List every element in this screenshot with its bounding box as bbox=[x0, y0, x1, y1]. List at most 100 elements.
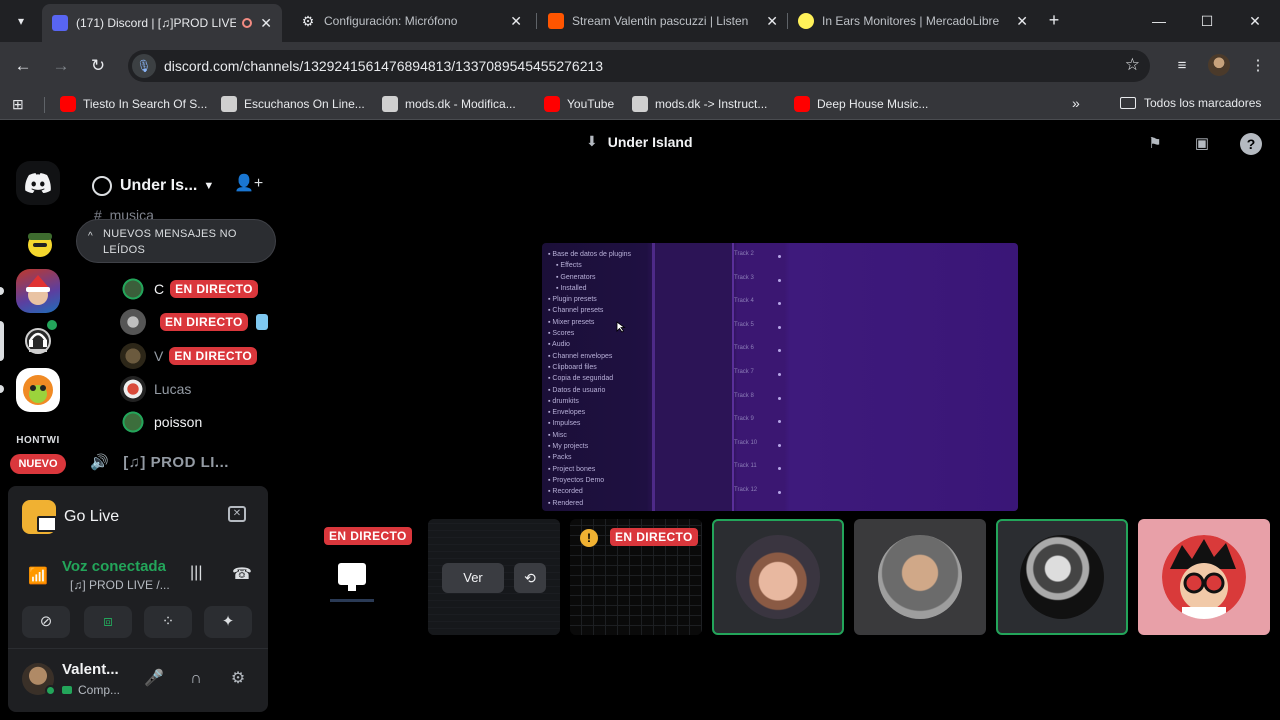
server-icon[interactable] bbox=[16, 317, 60, 361]
new-unread-messages-banner[interactable]: ^ NUEVOS MENSAJES NO LEÍDOS bbox=[76, 219, 276, 263]
tab-search-button[interactable]: ▾ bbox=[8, 8, 34, 34]
close-window-button[interactable]: ✕ bbox=[1242, 8, 1268, 34]
maximize-button[interactable]: ☐ bbox=[1194, 8, 1220, 34]
browser-tab-bar: ▾ (171) Discord | [♫]PROD LIVE ✕ ⚙ Confi… bbox=[0, 0, 1280, 42]
tab-microphone-settings[interactable]: ⚙ Configuración: Micrófono ✕ bbox=[290, 6, 532, 36]
all-bookmarks-folder[interactable]: Todos los marcadores bbox=[1120, 96, 1261, 110]
voice-user[interactable]: Lucas bbox=[120, 376, 197, 402]
reload-button[interactable]: ↻ bbox=[86, 54, 110, 78]
activities-button[interactable]: ⁘ bbox=[144, 606, 192, 638]
server-header[interactable]: Under Is... ▼ 👤+ bbox=[76, 171, 268, 201]
daw-track-marker bbox=[778, 278, 781, 282]
stream-tile-screen[interactable]: EN DIRECTO bbox=[290, 519, 422, 635]
tab-discord[interactable]: (171) Discord | [♫]PROD LIVE ✕ bbox=[42, 4, 282, 42]
close-tab-icon[interactable]: ✕ bbox=[260, 15, 272, 32]
participant-tile[interactable] bbox=[996, 519, 1128, 635]
voice-channel-item[interactable]: 🔊 [♫] PROD LI... bbox=[90, 453, 229, 472]
bookmark-item[interactable]: Escuchanos On Line... bbox=[221, 96, 365, 112]
camera-off-button[interactable]: ⊘ bbox=[22, 606, 70, 638]
daw-track-label: Track 12 bbox=[734, 487, 758, 493]
live-badge: EN DIRECTO bbox=[170, 280, 258, 298]
server-icon[interactable] bbox=[16, 368, 60, 412]
forward-button[interactable]: → bbox=[49, 54, 73, 78]
back-button[interactable]: ← bbox=[11, 54, 35, 78]
voice-channel-text: [♫] PROD LIVE /... bbox=[70, 578, 170, 592]
discord-logo-icon bbox=[25, 173, 51, 193]
settings-gear-icon[interactable]: ⚙ bbox=[228, 669, 248, 689]
screen-share-button[interactable]: ⧈ bbox=[84, 606, 132, 638]
menu-dots-icon[interactable]: ⋮ bbox=[1246, 54, 1270, 78]
bookmark-item[interactable]: mods.dk -> Instruct... bbox=[632, 96, 767, 112]
minimize-button[interactable]: — bbox=[1146, 8, 1172, 34]
stop-stream-icon[interactable]: ✕ bbox=[228, 506, 246, 522]
yellow-character-icon bbox=[28, 233, 52, 257]
bookmark-item[interactable]: Deep House Music... bbox=[794, 96, 928, 112]
stream-tile-daw[interactable]: ! EN DIRECTO bbox=[570, 519, 702, 635]
go-live-panel[interactable]: Go Live bbox=[22, 500, 119, 534]
new-tab-button[interactable]: + bbox=[1044, 10, 1064, 30]
close-tab-icon[interactable]: ✕ bbox=[510, 13, 522, 30]
voice-user[interactable]: poisson bbox=[120, 409, 208, 435]
daw-track-marker bbox=[778, 491, 781, 494]
noise-suppression-icon[interactable]: ||| bbox=[190, 564, 202, 582]
main-stream-view[interactable]: ▪ Base de datos de plugins ▪ Effects ▪ Gen… bbox=[542, 243, 1018, 511]
voice-user-name: C bbox=[154, 281, 165, 297]
soundboard-button[interactable]: ✦ bbox=[204, 606, 252, 638]
help-icon[interactable]: ? bbox=[1240, 133, 1262, 155]
participant-tile[interactable] bbox=[1138, 519, 1270, 635]
discord-favicon-icon bbox=[52, 15, 68, 31]
voice-user[interactable]: EN DIRECTO bbox=[120, 309, 268, 335]
stage-title: Under Island bbox=[607, 133, 693, 150]
server-text-label[interactable]: HONTWI bbox=[10, 435, 66, 446]
headphones-icon[interactable]: ∩ bbox=[186, 669, 206, 689]
bookmark-item[interactable]: mods.dk - Modifica... bbox=[382, 96, 516, 112]
stream-progress bbox=[330, 599, 374, 602]
daw-browser-item: ▪ Mixer presets bbox=[548, 318, 595, 326]
tab-soundcloud[interactable]: Stream Valentin pascuzzi | Listen ✕ bbox=[538, 6, 788, 36]
daw-track-marker bbox=[778, 467, 781, 471]
microphone-permission-icon[interactable]: 🎙 bbox=[132, 54, 156, 78]
voice-user[interactable]: C EN DIRECTO bbox=[120, 276, 258, 302]
daw-track-label: Track 3 bbox=[734, 274, 754, 281]
daw-browser-item: ▪ drumkits bbox=[548, 397, 579, 405]
avatar bbox=[120, 376, 146, 402]
tab-mercadolibre[interactable]: In Ears Monitores | MercadoLibre ✕ bbox=[788, 6, 1038, 36]
close-tab-icon[interactable]: ✕ bbox=[766, 13, 778, 30]
invite-people-icon[interactable]: 👤+ bbox=[234, 173, 263, 193]
daw-track-marker bbox=[778, 302, 781, 306]
profile-avatar[interactable] bbox=[1208, 54, 1230, 76]
bookmark-item[interactable]: YouTube bbox=[544, 96, 614, 112]
close-tab-icon[interactable]: ✕ bbox=[1016, 13, 1028, 30]
popout-stream-icon[interactable]: ⟲ bbox=[514, 563, 546, 593]
server-icon[interactable] bbox=[16, 269, 60, 313]
screen-icon bbox=[62, 686, 72, 694]
participant-avatar bbox=[1020, 535, 1104, 619]
more-bookmarks-icon[interactable]: » bbox=[1072, 95, 1080, 111]
bookmarks-bar: ⊞ Tiesto In Search Of S... Escuchanos On… bbox=[0, 90, 1280, 120]
voice-user-name: poisson bbox=[154, 414, 203, 430]
bookmark-item[interactable]: Tiesto In Search Of S... bbox=[60, 96, 207, 112]
participant-tile[interactable] bbox=[712, 519, 844, 635]
daw-browser-item: ▪ Installed bbox=[556, 284, 587, 292]
apps-grid-icon[interactable]: ⊞ bbox=[12, 96, 24, 113]
disconnect-icon[interactable]: ☎ bbox=[232, 564, 252, 584]
new-badge[interactable]: NUEVO bbox=[10, 454, 66, 474]
microphone-icon[interactable]: 🎤 bbox=[144, 669, 164, 689]
discord-home-button[interactable] bbox=[16, 161, 60, 205]
inbox-icon[interactable]: ▣ bbox=[1191, 133, 1213, 155]
voice-user[interactable]: V EN DIRECTO bbox=[120, 343, 258, 369]
flag-icon[interactable]: ⚑ bbox=[1144, 133, 1166, 155]
daw-track-marker bbox=[778, 349, 781, 353]
voice-connection-status[interactable]: 📶 Voz conectada [♫] PROD LIVE /... ||| ☎ bbox=[22, 556, 262, 600]
daw-browser-item: ▪ My projects bbox=[548, 443, 589, 451]
gear-icon: ⚙ bbox=[301, 13, 315, 29]
bookmark-star-icon[interactable]: ☆ bbox=[1125, 55, 1140, 75]
daw-track-marker bbox=[778, 255, 781, 258]
warning-icon: ! bbox=[580, 529, 598, 547]
watch-stream-button[interactable]: Ver bbox=[442, 563, 504, 593]
participant-tile[interactable] bbox=[854, 519, 986, 635]
media-control-icon[interactable]: ≡ bbox=[1170, 54, 1194, 78]
browser-toolbar: ← → ↻ 🎙 discord.com/channels/13292415614… bbox=[0, 42, 1280, 90]
address-bar[interactable]: 🎙 discord.com/channels/13292415614768948… bbox=[128, 50, 1150, 82]
server-icon[interactable] bbox=[16, 221, 60, 265]
